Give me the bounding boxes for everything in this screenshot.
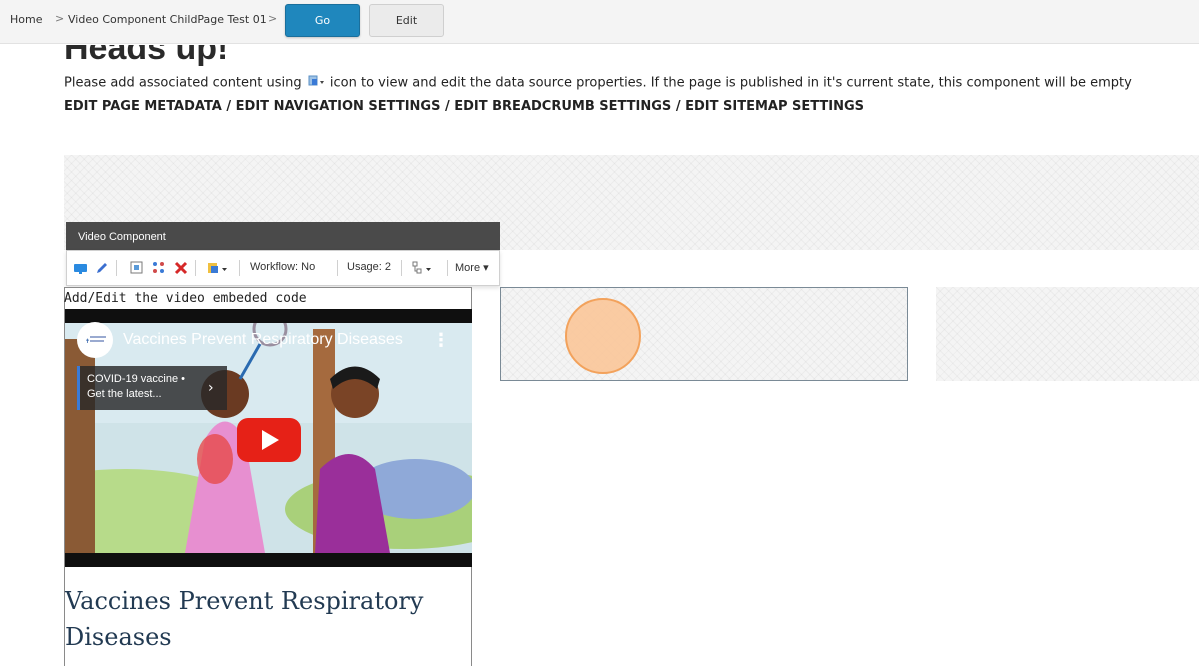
toolbar-divider xyxy=(337,260,338,276)
sort-icon[interactable] xyxy=(151,260,167,276)
datasource-icon[interactable] xyxy=(207,260,227,276)
cursor-indicator xyxy=(565,298,641,374)
svg-text:✝: ✝ xyxy=(85,338,90,345)
video-title[interactable]: Vaccines Prevent Respiratory Diseases xyxy=(123,331,403,349)
breadcrumb-separator: > xyxy=(268,12,278,25)
insert-icon[interactable] xyxy=(129,260,145,276)
top-bar: Home > Video Component ChildPage Test 01… xyxy=(0,0,1199,44)
more-menu[interactable]: More ▾ xyxy=(455,261,489,274)
component-title: Video Component xyxy=(66,222,500,250)
embed-code-label[interactable]: Add/Edit the video embeded code xyxy=(64,291,307,306)
breadcrumb-current[interactable]: Video Component ChildPage Test 01 xyxy=(68,13,267,26)
toolbar-divider xyxy=(447,260,448,276)
pencil-icon[interactable] xyxy=(94,260,110,276)
structure-icon[interactable] xyxy=(411,260,431,276)
more-options-icon[interactable]: ⋮ xyxy=(432,330,450,351)
toolbar-divider xyxy=(401,260,402,276)
info-card-subtitle: Get the latest... xyxy=(87,388,162,400)
play-icon[interactable] xyxy=(237,418,301,462)
notice-heading: Heads up! xyxy=(64,45,229,67)
usage-count[interactable]: Usage: 2 xyxy=(347,261,391,273)
toolbar-divider xyxy=(239,260,240,276)
chevron-right-icon[interactable]: › xyxy=(208,380,214,396)
placeholder-zone-right[interactable] xyxy=(936,287,1199,381)
toolbar-divider xyxy=(116,260,117,276)
notice-text: Please add associated content using icon… xyxy=(64,74,1132,92)
placeholder-zone-middle[interactable] xyxy=(500,287,908,381)
video-heading: Vaccines Prevent Respiratory Diseases xyxy=(65,587,424,651)
notice-text-before: Please add associated content using xyxy=(64,75,302,91)
more-label: More xyxy=(455,262,481,274)
delete-icon[interactable] xyxy=(173,260,189,276)
notice-text-after: icon to view and edit the data source pr… xyxy=(329,75,1132,91)
datasource-icon xyxy=(306,74,326,92)
notice-heading-wrap: Heads up! xyxy=(64,45,364,67)
chevron-down-icon: ▾ xyxy=(483,262,489,274)
component-toolbar: Workflow: No Usage: 2 More ▾ xyxy=(66,250,500,286)
go-button[interactable]: Go xyxy=(285,4,360,37)
breadcrumb-home[interactable]: Home xyxy=(10,13,42,26)
workflow-status: Workflow: No xyxy=(250,261,316,273)
edit-settings-links[interactable]: EDIT PAGE METADATA / EDIT NAVIGATION SET… xyxy=(64,99,864,114)
channel-logo[interactable]: ✝ xyxy=(77,322,113,358)
preview-icon[interactable] xyxy=(73,260,89,276)
info-card-title: COVID-19 vaccine • xyxy=(87,373,185,385)
breadcrumb-separator: > xyxy=(55,12,65,25)
edit-button[interactable]: Edit xyxy=(369,4,444,37)
toolbar-divider xyxy=(195,260,196,276)
